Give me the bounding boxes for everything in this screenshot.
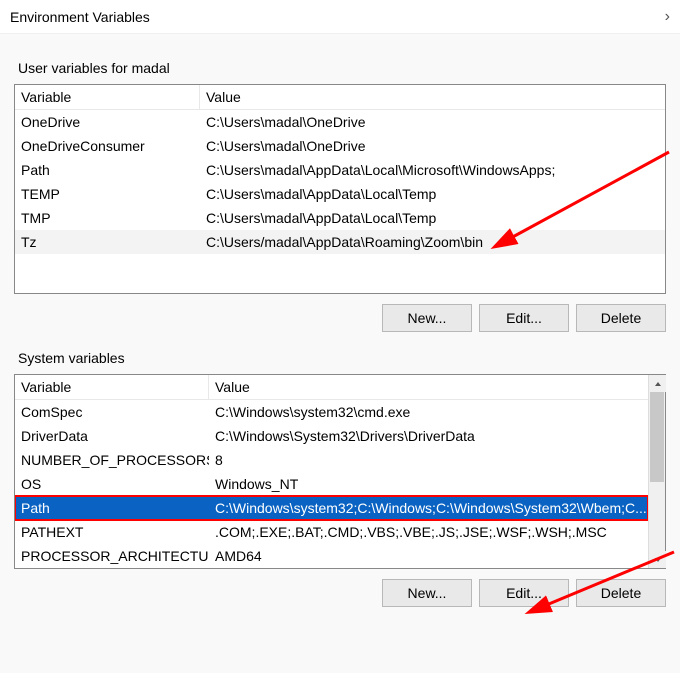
- new-button[interactable]: New...: [382, 579, 472, 607]
- system-vars-listbox[interactable]: Variable Value ComSpecC:\Windows\system3…: [14, 374, 666, 569]
- cell-value: C:\Windows\system32;C:\Windows;C:\Window…: [209, 498, 648, 518]
- chevron-right-icon: ›: [665, 8, 670, 26]
- table-row[interactable]: TzC:\Users/madal\AppData\Roaming\Zoom\bi…: [15, 230, 665, 254]
- table-row[interactable]: PROCESSOR_ARCHITECTUREAMD64: [15, 544, 648, 568]
- user-vars-listbox[interactable]: Variable Value OneDriveC:\Users\madal\On…: [14, 84, 666, 294]
- edit-button[interactable]: Edit...: [479, 304, 569, 332]
- user-vars-buttons: New... Edit... Delete: [14, 304, 666, 332]
- edit-button[interactable]: Edit...: [479, 579, 569, 607]
- cell-variable: OS: [15, 474, 209, 494]
- delete-button[interactable]: Delete: [576, 579, 666, 607]
- table-row[interactable]: ComSpecC:\Windows\system32\cmd.exe: [15, 400, 648, 424]
- system-vars-header: Variable Value: [15, 375, 665, 400]
- cell-value: C:\Users\madal\AppData\Local\Temp: [200, 184, 665, 204]
- scroll-up-icon[interactable]: [649, 375, 666, 392]
- cell-variable: DriverData: [15, 426, 209, 446]
- system-vars-label: System variables: [18, 350, 662, 366]
- scroll-down-icon[interactable]: [649, 551, 666, 568]
- col-value[interactable]: Value: [200, 85, 665, 109]
- user-vars-header: Variable Value: [15, 85, 665, 110]
- cell-variable: TMP: [15, 208, 200, 228]
- table-row[interactable]: TMPC:\Users\madal\AppData\Local\Temp: [15, 206, 665, 230]
- cell-value: AMD64: [209, 546, 648, 566]
- titlebar: Environment Variables ›: [0, 0, 680, 34]
- table-row[interactable]: NUMBER_OF_PROCESSORS8: [15, 448, 648, 472]
- cell-variable: Path: [15, 160, 200, 180]
- scroll-thumb[interactable]: [650, 392, 664, 482]
- cell-variable: Tz: [15, 232, 200, 252]
- cell-value: C:\Windows\system32\cmd.exe: [209, 402, 648, 422]
- cell-value: C:\Windows\System32\Drivers\DriverData: [209, 426, 648, 446]
- cell-value: C:\Users\madal\OneDrive: [200, 136, 665, 156]
- table-row[interactable]: PathC:\Windows\system32;C:\Windows;C:\Wi…: [15, 496, 648, 520]
- cell-value: C:\Users\madal\AppData\Local\Temp: [200, 208, 665, 228]
- cell-variable: NUMBER_OF_PROCESSORS: [15, 450, 209, 470]
- cell-variable: PROCESSOR_ARCHITECTURE: [15, 546, 209, 566]
- delete-button[interactable]: Delete: [576, 304, 666, 332]
- system-vars-buttons: New... Edit... Delete: [14, 579, 666, 607]
- cell-value: .COM;.EXE;.BAT;.CMD;.VBS;.VBE;.JS;.JSE;.…: [209, 522, 648, 542]
- scrollbar[interactable]: [648, 375, 665, 568]
- cell-variable: OneDrive: [15, 112, 200, 132]
- cell-variable: TEMP: [15, 184, 200, 204]
- cell-value: 8: [209, 450, 648, 470]
- cell-value: Windows_NT: [209, 474, 648, 494]
- table-row[interactable]: OneDriveC:\Users\madal\OneDrive: [15, 110, 665, 134]
- table-row[interactable]: OneDriveConsumerC:\Users\madal\OneDrive: [15, 134, 665, 158]
- col-variable[interactable]: Variable: [15, 85, 200, 109]
- col-value[interactable]: Value: [209, 375, 665, 399]
- table-row[interactable]: DriverDataC:\Windows\System32\Drivers\Dr…: [15, 424, 648, 448]
- cell-variable: OneDriveConsumer: [15, 136, 200, 156]
- cell-variable: ComSpec: [15, 402, 209, 422]
- col-variable[interactable]: Variable: [15, 375, 209, 399]
- table-row[interactable]: PATHEXT.COM;.EXE;.BAT;.CMD;.VBS;.VBE;.JS…: [15, 520, 648, 544]
- table-row[interactable]: OSWindows_NT: [15, 472, 648, 496]
- table-row[interactable]: TEMPC:\Users\madal\AppData\Local\Temp: [15, 182, 665, 206]
- table-row[interactable]: PathC:\Users\madal\AppData\Local\Microso…: [15, 158, 665, 182]
- cell-value: C:\Users\madal\AppData\Local\Microsoft\W…: [200, 160, 665, 180]
- cell-value: C:\Users/madal\AppData\Roaming\Zoom\bin: [200, 232, 665, 252]
- window-title: Environment Variables: [10, 9, 150, 25]
- new-button[interactable]: New...: [382, 304, 472, 332]
- cell-value: C:\Users\madal\OneDrive: [200, 112, 665, 132]
- user-vars-label: User variables for madal: [18, 60, 662, 76]
- cell-variable: PATHEXT: [15, 522, 209, 542]
- dialog-content: User variables for madal Variable Value …: [0, 34, 680, 673]
- cell-variable: Path: [15, 498, 209, 518]
